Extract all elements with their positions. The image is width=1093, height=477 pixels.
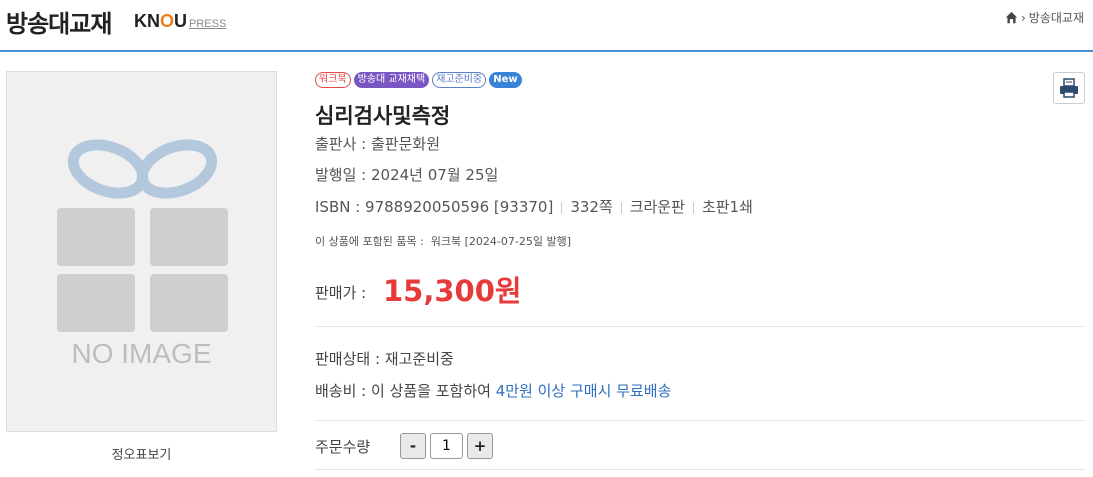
tag-new: New [489,72,522,88]
publish-date-line: 발행일 : 2024년 07월 25일 [315,166,499,184]
sale-status-value: 재고준비중 [384,350,454,368]
page-header: 방송대교재 KNOU PRESS › 방송대교재 [0,0,1093,52]
print-button[interactable] [1053,72,1085,104]
breadcrumb-current[interactable]: 방송대교재 [1029,9,1084,26]
free-shipping-text: 4만원 이상 구매시 무료배송 [495,382,672,400]
edition: 초판1쇄 [701,198,753,216]
isbn-line: ISBN : 9788920050596 [93370] 332쪽 크라운판 초판1쇄 [315,198,753,216]
quantity-decrease-button[interactable]: - [400,433,426,459]
printer-icon [1060,78,1078,98]
price-label: 판매가 : [315,284,367,302]
breadcrumb: › 방송대교재 [1005,9,1084,26]
divider [315,326,1085,327]
publish-date-value: 2024년 07월 25일 [371,166,499,184]
gift-placeholder-icon [57,139,228,332]
divider [315,469,1085,470]
quantity-input[interactable] [430,433,463,459]
publisher-value: 출판문화원 [371,135,441,153]
errata-link[interactable]: 정오표보기 [6,444,277,463]
price-value: 15,300원 [383,274,522,308]
shipping-line: 배송비 : 이 상품을 포함하여 4만원 이상 구매시 무료배송 [315,382,672,400]
tag-list: 워크북 방송대 교재채택 재고준비중 New [315,72,522,88]
product-image: NO IMAGE [6,71,277,432]
tag-workbook: 워크북 [315,72,351,88]
included-items-line: 이 상품에 포함된 품목 : 워크북 [2024-07-25일 발행] [315,235,572,248]
product-title: 심리검사및측정 [315,104,451,128]
isbn-value: 9788920050596 [93370] [365,198,554,216]
tag-adopted: 방송대 교재채택 [353,72,430,88]
book-format: 크라운판 [629,198,685,216]
no-image-text: NO IMAGE [71,338,212,369]
quantity-label: 주문수량 [315,438,371,456]
brand-logo: KNOU PRESS [134,11,227,31]
tag-stock-status: 재고준비중 [432,72,487,88]
quantity-increase-button[interactable]: + [467,433,493,459]
home-icon[interactable] [1005,11,1018,24]
breadcrumb-separator: › [1020,10,1026,25]
page-title: 방송대교재 [6,10,112,38]
page-count: 332쪽 [570,198,613,216]
divider [315,420,1085,421]
sale-status-line: 판매상태 : 재고준비중 [315,350,454,368]
publisher-line: 출판사 : 출판문화원 [315,135,441,153]
included-item: 워크북 [2024-07-25일 발행] [430,235,572,248]
